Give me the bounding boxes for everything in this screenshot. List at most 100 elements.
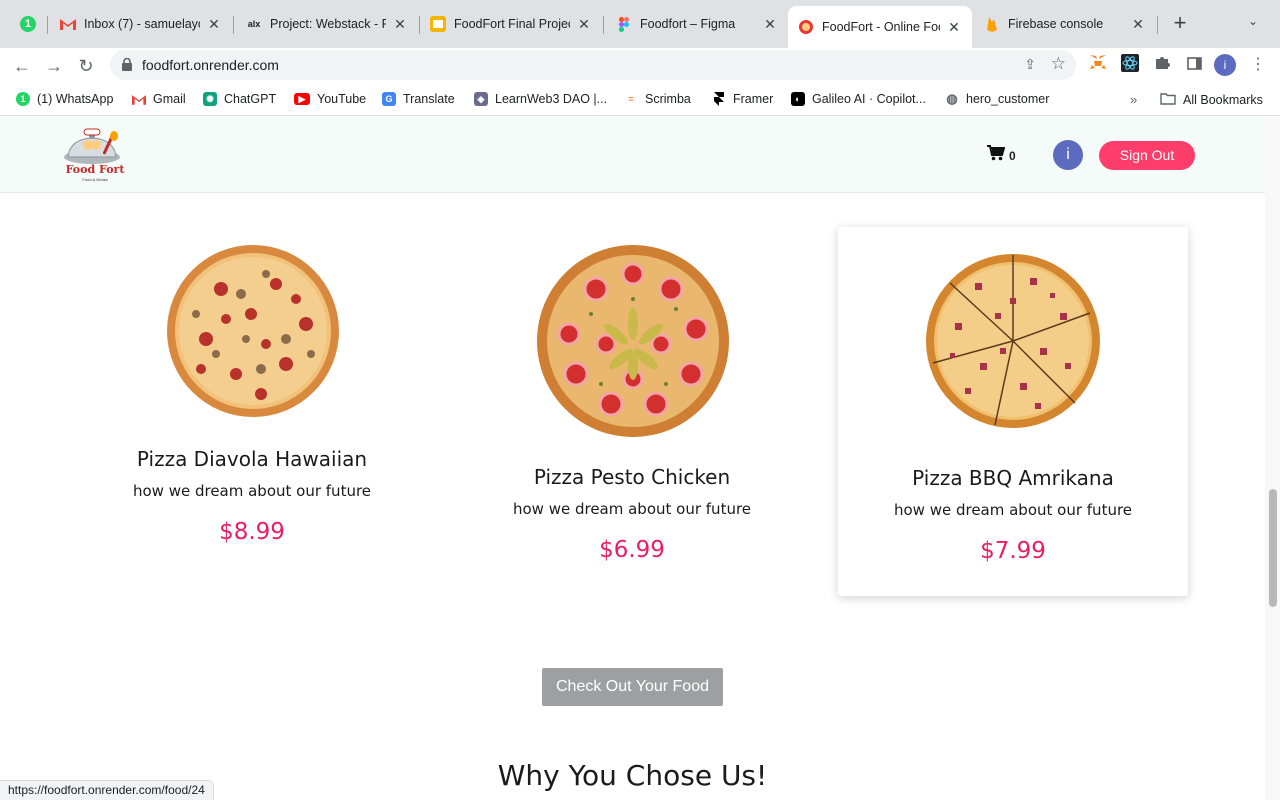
tab-title: Firebase console bbox=[1008, 17, 1104, 31]
tab-foodfort-active[interactable]: FoodFort - Online Foo ✕ bbox=[788, 6, 972, 48]
chatgpt-icon: ✺ bbox=[203, 92, 217, 106]
bookmark-scrimba[interactable]: = Scrimba bbox=[624, 92, 691, 106]
new-tab-button[interactable]: + bbox=[1168, 12, 1192, 36]
bookmark-translate[interactable]: G Translate bbox=[382, 92, 455, 106]
product-name[interactable]: Pizza Diavola Hawaiian bbox=[72, 447, 432, 471]
tab-title: Foodfort – Figma bbox=[640, 17, 736, 31]
user-avatar[interactable]: i bbox=[1053, 140, 1083, 170]
whatsapp-icon: 1 bbox=[20, 16, 36, 32]
bookmark-galileo[interactable]: ◐ Galileo AI · Copilot... bbox=[791, 92, 926, 106]
gmail-icon bbox=[132, 92, 146, 106]
product-price: $8.99 bbox=[219, 519, 285, 545]
bookmark-learnweb3[interactable]: ◈ LearnWeb3 DAO |... bbox=[474, 92, 607, 106]
slides-icon bbox=[430, 16, 446, 32]
forward-icon[interactable]: → bbox=[40, 52, 68, 80]
bookmarks-overflow-icon[interactable]: » bbox=[1130, 92, 1137, 107]
bookmark-star-icon[interactable]: ☆ bbox=[1051, 54, 1066, 74]
reload-icon[interactable]: ↻ bbox=[72, 52, 100, 80]
translate-icon: G bbox=[382, 92, 396, 106]
bookmark-chatgpt[interactable]: ✺ ChatGPT bbox=[203, 92, 276, 106]
close-icon[interactable]: ✕ bbox=[1130, 16, 1146, 33]
learnweb3-icon: ◈ bbox=[474, 92, 488, 106]
tab-title: Inbox (7) - samuelayo bbox=[84, 17, 200, 31]
product-name[interactable]: Pizza BBQ Amrikana bbox=[838, 466, 1188, 490]
more-menu-icon[interactable]: ⋮ bbox=[1250, 54, 1266, 74]
close-icon[interactable]: ✕ bbox=[762, 16, 778, 33]
bookmark-label: Translate bbox=[403, 92, 455, 106]
check-out-button[interactable]: Check Out Your Food bbox=[542, 668, 723, 706]
product-price: $6.99 bbox=[599, 537, 665, 563]
react-devtools-icon[interactable] bbox=[1119, 54, 1141, 76]
product-card[interactable]: Pizza Diavola Hawaiian how we dream abou… bbox=[72, 227, 432, 607]
logo-text: Food Fort bbox=[65, 163, 125, 176]
bookmark-label: Gmail bbox=[153, 92, 186, 106]
tab-title: Project: Webstack - P bbox=[270, 17, 386, 31]
lock-icon[interactable] bbox=[122, 57, 132, 76]
scrimba-icon: = bbox=[624, 92, 638, 106]
address-bar[interactable]: foodfort.onrender.com ⇪ ☆ bbox=[110, 50, 1076, 80]
close-icon[interactable]: ✕ bbox=[946, 19, 962, 36]
gmail-icon bbox=[60, 16, 76, 32]
tab-gmail[interactable]: Inbox (7) - samuelayo ✕ bbox=[50, 8, 232, 40]
tab-figma[interactable]: Foodfort – Figma ✕ bbox=[606, 8, 788, 40]
cart-button[interactable]: 0 bbox=[987, 145, 1016, 166]
share-icon[interactable]: ⇪ bbox=[1024, 56, 1036, 73]
bookmark-label: Galileo AI · Copilot... bbox=[812, 92, 926, 106]
profile-avatar[interactable]: i bbox=[1214, 54, 1236, 76]
page-viewport: Food Fort Food & Drinks 0 i Sign Out Piz… bbox=[0, 117, 1265, 800]
url-text[interactable]: foodfort.onrender.com bbox=[142, 57, 279, 73]
logo-subtitle: Food & Drinks bbox=[82, 177, 108, 182]
bookmark-label: ChatGPT bbox=[224, 92, 277, 106]
bookmark-hero-customer[interactable]: ◍ hero_customer bbox=[945, 91, 1050, 106]
tab-search-icon[interactable]: ⌄ bbox=[1248, 14, 1258, 28]
extensions-puzzle-icon[interactable] bbox=[1151, 54, 1173, 76]
bookmark-youtube[interactable]: ▶ YouTube bbox=[294, 92, 366, 106]
bookmark-label: hero_customer bbox=[966, 92, 1050, 106]
product-card[interactable]: Pizza Pesto Chicken how we dream about o… bbox=[452, 227, 812, 607]
bookmark-label: (1) WhatsApp bbox=[37, 92, 114, 106]
product-card[interactable]: Pizza BBQ Amrikana how we dream about ou… bbox=[838, 227, 1188, 596]
product-name[interactable]: Pizza Pesto Chicken bbox=[452, 465, 812, 489]
bookmark-label: Framer bbox=[733, 92, 774, 106]
cart-icon bbox=[987, 145, 1006, 166]
galileo-icon: ◐ bbox=[791, 92, 805, 106]
side-panel-icon[interactable] bbox=[1183, 54, 1205, 76]
scrollbar-thumb[interactable] bbox=[1269, 489, 1277, 607]
product-price: $7.99 bbox=[980, 538, 1046, 564]
back-icon[interactable]: ← bbox=[8, 52, 36, 80]
firebase-icon bbox=[984, 16, 1000, 32]
bookmarks-bar: 1 (1) WhatsApp Gmail ✺ ChatGPT ▶ YouTube… bbox=[0, 84, 1280, 116]
status-bar-url: https://foodfort.onrender.com/food/24 bbox=[0, 780, 214, 800]
browser-toolbar: ← → ↻ foodfort.onrender.com ⇪ ☆ i ⋮ bbox=[0, 48, 1280, 84]
bookmark-whatsapp[interactable]: 1 (1) WhatsApp bbox=[16, 92, 113, 106]
metamask-icon[interactable] bbox=[1087, 54, 1109, 76]
pizza-pesto-chicken-image[interactable] bbox=[536, 244, 730, 438]
all-bookmarks-label: All Bookmarks bbox=[1183, 93, 1263, 107]
page-scrollbar[interactable] bbox=[1265, 117, 1280, 800]
tab-title: FoodFort Final Projec bbox=[454, 17, 570, 31]
close-icon[interactable]: ✕ bbox=[576, 16, 592, 33]
close-icon[interactable]: ✕ bbox=[392, 16, 408, 33]
tab-slides[interactable]: FoodFort Final Projec ✕ bbox=[420, 8, 602, 40]
alx-icon: alx bbox=[247, 19, 261, 29]
bookmark-label: Scrimba bbox=[645, 92, 691, 106]
figma-icon bbox=[616, 16, 632, 32]
sign-out-button[interactable]: Sign Out bbox=[1099, 141, 1195, 170]
bookmark-framer[interactable]: Framer bbox=[712, 92, 773, 106]
tab-alx-project[interactable]: alx Project: Webstack - P ✕ bbox=[236, 8, 418, 40]
foodfort-logo[interactable]: Food Fort Food & Drinks bbox=[62, 127, 128, 183]
site-header: Food Fort Food & Drinks 0 i Sign Out bbox=[0, 117, 1265, 193]
tab-title: FoodFort - Online Foo bbox=[822, 20, 940, 34]
pizza-bbq-amrikana-image[interactable] bbox=[925, 253, 1101, 429]
foodfort-icon bbox=[798, 19, 814, 35]
close-icon[interactable]: ✕ bbox=[206, 16, 222, 33]
product-description: how we dream about our future bbox=[893, 501, 1133, 519]
tab-whatsapp[interactable]: 1 bbox=[10, 8, 48, 40]
bookmark-gmail[interactable]: Gmail bbox=[132, 92, 186, 106]
bookmark-label: LearnWeb3 DAO |... bbox=[495, 92, 608, 106]
bookmark-label: YouTube bbox=[317, 92, 367, 106]
youtube-icon: ▶ bbox=[294, 93, 310, 105]
tab-firebase[interactable]: Firebase console ✕ bbox=[974, 8, 1156, 40]
all-bookmarks[interactable]: All Bookmarks bbox=[1160, 92, 1263, 108]
pizza-diavola-hawaiian-image[interactable] bbox=[166, 244, 340, 418]
